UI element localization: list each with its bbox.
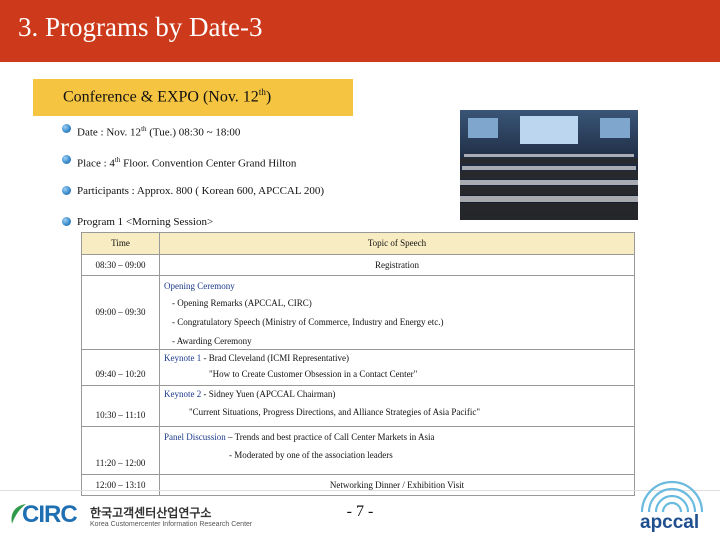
title-bar: 3. Programs by Date-3 xyxy=(0,0,720,62)
detail-participants: Participants : Approx. 800 ( Korean 600,… xyxy=(62,184,462,215)
session-keyword: Keynote 2 xyxy=(164,389,202,399)
apccal-arcs-icon xyxy=(640,480,704,513)
bullet-icon xyxy=(62,155,71,164)
time-cell: 12:00 – 13:10 xyxy=(81,474,160,496)
page-number: - 7 - xyxy=(346,503,374,520)
time-cell: 11:20 – 12:00 xyxy=(81,426,160,475)
topic-cell: Keynote 2 - Sidney Yuen (APCCAL Chairman… xyxy=(159,385,635,427)
session-keyword: Panel Discussion xyxy=(164,432,226,442)
details-list: Date : Nov. 12th (Tue.) 08:30 ~ 18:00 Pl… xyxy=(62,122,462,246)
time-cell: 10:30 – 11:10 xyxy=(81,385,160,427)
topic-cell: Registration xyxy=(159,254,635,276)
page-title: 3. Programs by Date-3 xyxy=(18,12,263,42)
apccal-logo: apccal xyxy=(630,466,715,538)
bullet-icon xyxy=(62,124,71,133)
circ-logo: CIRC 한국고객센터산업연구소 Korea Customercenter In… xyxy=(8,498,252,536)
header-topic: Topic of Speech xyxy=(159,232,635,255)
table-row: 10:30 – 11:10 Keynote 2 - Sidney Yuen (A… xyxy=(81,385,635,427)
time-cell: 09:00 – 09:30 xyxy=(81,275,160,350)
time-cell: 08:30 – 09:00 xyxy=(81,254,160,276)
session-keyword: Opening Ceremony xyxy=(164,281,235,291)
bullet-icon xyxy=(62,217,71,226)
topic-cell: Opening Ceremony - Opening Remarks (APCC… xyxy=(159,275,635,350)
topic-cell: Panel Discussion – Trends and best pract… xyxy=(159,426,635,475)
table-header-row: Time Topic of Speech xyxy=(81,232,635,255)
bullet-icon xyxy=(62,186,71,195)
time-cell: 09:40 – 10:20 xyxy=(81,349,160,386)
table-row: 11:20 – 12:00 Panel Discussion – Trends … xyxy=(81,426,635,475)
topic-cell: Keynote 1 - Brad Cleveland (ICMI Represe… xyxy=(159,349,635,386)
session-keyword: Keynote 1 xyxy=(164,353,202,363)
table-row: 12:00 – 13:10 Networking Dinner / Exhibi… xyxy=(81,474,635,496)
detail-place: Place : 4th Floor. Convention Center Gra… xyxy=(62,153,462,184)
table-row: 08:30 – 09:00 Registration xyxy=(81,254,635,276)
table-row: 09:40 – 10:20 Keynote 1 - Brad Cleveland… xyxy=(81,349,635,386)
conference-banner: Conference & EXPO (Nov. 12th) xyxy=(33,79,353,116)
table-row: 09:00 – 09:30 Opening Ceremony - Opening… xyxy=(81,275,635,350)
detail-date: Date : Nov. 12th (Tue.) 08:30 ~ 18:00 xyxy=(62,122,462,153)
topic-cell: Networking Dinner / Exhibition Visit xyxy=(159,474,635,496)
footer-divider xyxy=(0,490,720,491)
conference-photo xyxy=(460,110,638,220)
conference-title: Conference & EXPO (Nov. 12th) xyxy=(63,87,272,106)
program-table: Time Topic of Speech 08:30 – 09:00 Regis… xyxy=(81,232,635,496)
header-time: Time xyxy=(81,232,160,255)
